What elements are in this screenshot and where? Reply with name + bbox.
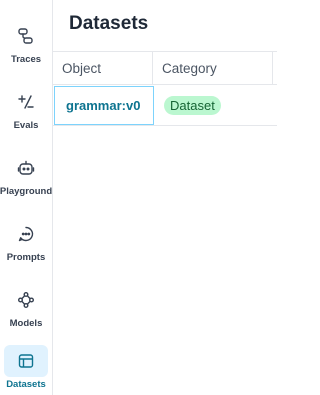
- sidebar-item-evals[interactable]: Evals: [0, 86, 52, 142]
- sidebar: Traces Evals Playground Prompts Models D…: [0, 0, 53, 395]
- traces-icon: [4, 20, 48, 52]
- sidebar-item-label: Traces: [10, 54, 42, 65]
- table-header: Object Category: [53, 51, 277, 85]
- sidebar-item-label: Playground: [0, 186, 53, 197]
- sidebar-item-label: Datasets: [6, 379, 46, 390]
- object-link[interactable]: grammar:v0: [66, 98, 140, 113]
- sidebar-item-label: Prompts: [6, 252, 46, 263]
- sidebar-item-prompts[interactable]: Prompts: [0, 218, 52, 274]
- prompts-icon: [4, 218, 48, 250]
- playground-icon: [4, 152, 48, 184]
- sidebar-item-playground[interactable]: Playground: [0, 152, 52, 208]
- datasets-table: Object Category grammar:v0 Dataset: [53, 51, 277, 126]
- datasets-icon: [4, 345, 48, 377]
- models-icon: [4, 284, 48, 316]
- page-title: Datasets: [69, 13, 149, 34]
- evals-icon: [4, 86, 48, 118]
- sidebar-item-traces[interactable]: Traces: [0, 20, 52, 76]
- sidebar-item-label: Models: [9, 318, 43, 329]
- sidebar-item-datasets[interactable]: Datasets: [0, 345, 52, 395]
- category-cell: Dataset: [154, 95, 274, 115]
- main-content: Datasets Object Category grammar:v0 Data…: [53, 0, 277, 395]
- column-header-category[interactable]: Category: [153, 52, 273, 84]
- sidebar-item-label: Evals: [13, 120, 39, 131]
- sidebar-item-models[interactable]: Models: [0, 284, 52, 340]
- column-header-object[interactable]: Object: [53, 52, 153, 84]
- table-row[interactable]: grammar:v0 Dataset: [53, 85, 277, 126]
- category-badge: Dataset: [164, 95, 221, 115]
- object-cell[interactable]: grammar:v0: [54, 85, 154, 125]
